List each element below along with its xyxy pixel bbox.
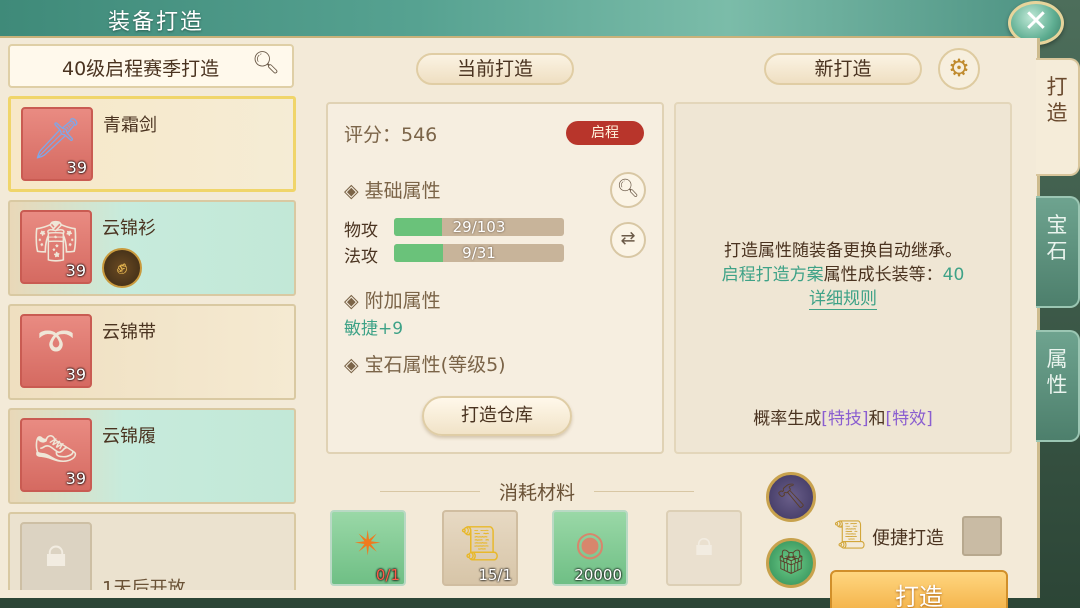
gem-attr-text: 宝石属性(等级5) <box>364 354 506 376</box>
window-title: 装备打造 <box>108 10 205 35</box>
item-name: 青霜剑 <box>103 115 157 136</box>
sword-icon: 🗡︎ <box>31 116 83 162</box>
season-tag: 启程 <box>566 121 644 145</box>
golden-scroll-icon: 📜︎ <box>458 524 502 564</box>
close-icon: ✕ <box>1023 4 1049 39</box>
equipment-list: 🗡︎ 39 青霜剑 👘︎ 39 云锦衫 ✊︎ ➰︎ 39 云锦带 👟︎ 39 云… <box>8 96 296 590</box>
item-name: 云锦衫 <box>102 218 156 239</box>
orange-gem-icon: ✴︎ <box>353 524 383 564</box>
prob-and: 和 <box>868 409 886 429</box>
unlock-time: 1天后开放 <box>102 578 186 590</box>
shoes-icon: 👟︎ <box>30 427 82 473</box>
stat-value: 9/31 <box>462 244 496 262</box>
material-count: 20000 <box>574 566 622 584</box>
stat-bar: 29/103 <box>394 218 564 236</box>
title-bar: 装备打造 <box>0 0 1040 38</box>
item-icon-frame: 🗡︎ 39 <box>21 107 93 181</box>
prob-prefix: 概率生成 <box>753 409 822 429</box>
robe-icon: 👘︎ <box>30 219 82 265</box>
tab-attribute[interactable]: 属性 <box>1036 330 1080 442</box>
tab-new-forge[interactable]: 新打造 <box>764 53 922 85</box>
swap-icon[interactable]: ⇄ <box>610 222 646 258</box>
new-forge-info: 打造属性随装备更换自动继承。 启程打造方案属性成长装等：40 详细规则 概率生成… <box>674 102 1012 454</box>
rules-line: 详细规则 <box>676 284 1010 310</box>
belt-icon: ➰︎ <box>39 322 73 368</box>
extra-attr-title: ◈ 附加属性 <box>344 290 441 312</box>
list-item[interactable]: 👟︎ 39 云锦履 <box>8 408 296 504</box>
item-icon-frame: ➰︎ 39 <box>20 314 92 388</box>
inherit-text: 打造属性随装备更换自动继承。 <box>724 241 962 261</box>
material-slot[interactable]: ◉ 20000 <box>552 510 628 586</box>
materials-title: 消耗材料 <box>498 482 575 504</box>
gem-attr-title: ◈ 宝石属性(等级5) <box>344 354 506 376</box>
search-icon[interactable]: 🔍︎ <box>610 172 646 208</box>
plan-name: 启程打造方案 <box>721 265 824 285</box>
forge-hammer-icon[interactable]: 🔨︎ <box>766 472 816 522</box>
item-name: 云锦履 <box>102 426 156 447</box>
current-forge-card: 评分：546 启程 ◈ 基础属性 🔍︎ 物攻 29/103 法攻 9/31 ⇄ … <box>326 102 664 454</box>
search-icon[interactable]: 🔍︎ <box>252 51 280 76</box>
gift-box-icon[interactable]: 🎁︎ <box>766 538 816 588</box>
search-text: 40级启程赛季打造 <box>62 58 220 80</box>
fist-upgrade-icon[interactable]: ✊︎ <box>102 248 142 288</box>
forge-button[interactable]: 打造 <box>830 570 1008 608</box>
search-box[interactable]: 40级启程赛季打造 🔍︎ <box>8 44 294 88</box>
lock-icon: 🔒︎ <box>45 530 67 576</box>
material-count: 0/1 <box>375 566 400 584</box>
material-count: 15/1 <box>478 566 512 584</box>
scroll-icon: 📜︎ <box>832 518 868 551</box>
extra-attr-value: 敏捷+9 <box>344 319 404 339</box>
stat-bar: 9/31 <box>394 244 564 262</box>
item-level: 39 <box>65 261 86 280</box>
gear-icon[interactable]: ⚙︎ <box>938 48 980 90</box>
tab-current-forge[interactable]: 当前打造 <box>416 53 574 85</box>
tab-forge[interactable]: 打造 <box>1036 58 1080 176</box>
main-panel: 40级启程赛季打造 🔍︎ 🗡︎ 39 青霜剑 👘︎ 39 云锦衫 ✊︎ ➰︎ 3… <box>0 38 1040 608</box>
item-level: 39 <box>66 158 87 177</box>
material-slot[interactable]: 📜︎ 15/1 <box>442 510 518 586</box>
stat-name: 物攻 <box>344 221 378 241</box>
stat-name: 法攻 <box>344 247 378 267</box>
material-slot[interactable]: ✴︎ 0/1 <box>330 510 406 586</box>
list-item[interactable]: 🔒︎ 1天后开放 <box>8 512 296 590</box>
growth-label: 属性成长装等： <box>823 265 943 285</box>
forge-window: 装备打造 ✕ 40级启程赛季打造 🔍︎ 🗡︎ 39 青霜剑 👘︎ 39 云锦衫 … <box>0 0 1080 608</box>
item-level: 39 <box>65 365 86 384</box>
basic-attr-title: ◈ 基础属性 <box>344 180 441 202</box>
item-icon-frame: 🔒︎ <box>20 522 92 590</box>
prob-effect[interactable]: [特效] <box>886 409 933 429</box>
material-slot: 🔒︎ <box>666 510 742 586</box>
list-item[interactable]: 👘︎ 39 云锦衫 ✊︎ <box>8 200 296 296</box>
quick-forge-label: 便捷打造 <box>872 528 944 549</box>
probability-text: 概率生成[特技]和[特效] <box>676 404 1010 429</box>
basic-attr-text: 基础属性 <box>364 180 441 202</box>
tab-gem[interactable]: 宝石 <box>1036 196 1080 308</box>
quick-forge-checkbox[interactable] <box>962 516 1002 556</box>
list-item[interactable]: ➰︎ 39 云锦带 <box>8 304 296 400</box>
list-item[interactable]: 🗡︎ 39 青霜剑 <box>8 96 296 192</box>
forge-storage-button[interactable]: 打造仓库 <box>422 396 572 436</box>
stat-value: 29/103 <box>452 218 506 236</box>
copper-coin-icon: ◉ <box>575 524 605 564</box>
extra-attr-text: 附加属性 <box>364 290 441 312</box>
item-name: 云锦带 <box>102 322 156 343</box>
prob-skill[interactable]: [特技] <box>821 409 868 429</box>
growth-text: 启程打造方案属性成长装等：40 <box>676 260 1010 285</box>
item-icon-frame: 👘︎ 39 <box>20 210 92 284</box>
item-level: 39 <box>65 469 86 488</box>
item-icon-frame: 👟︎ 39 <box>20 418 92 492</box>
rules-link[interactable]: 详细规则 <box>809 289 877 310</box>
lock-icon: 🔒︎ <box>694 524 714 564</box>
growth-value: 40 <box>942 265 965 285</box>
score-label: 评分：546 <box>344 124 438 146</box>
